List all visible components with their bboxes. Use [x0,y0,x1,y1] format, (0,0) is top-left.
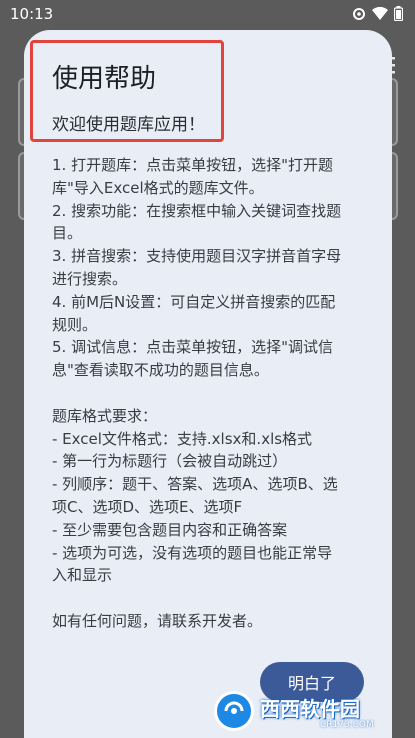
content-line: 题库格式要求： [52,406,158,425]
content-line: 息"查看读取不成功的题目信息。 [52,361,269,380]
dialog-content[interactable]: 1. 打开题库：点击菜单按钮，选择"打开题 库"导入Excel格式的题库文件。 2.… [52,154,372,633]
wifi-icon [372,7,388,20]
dialog-subtitle: 欢迎使用题库应用！ [52,115,205,135]
watermark-text: 西西软件园 CR173.COM [260,693,374,730]
content-line: - 至少需要包含题目内容和正确答案 [52,520,288,539]
watermark-logo-icon [214,691,254,731]
watermark: 西西软件园 CR173.COM [214,688,400,734]
content-line: 入和显示 [52,566,113,585]
content-line: 规则。 [52,315,98,334]
help-dialog: 使用帮助 欢迎使用题库应用！ 1. 打开题库：点击菜单按钮，选择"打开题 库"导入… [24,30,392,738]
watermark-main: 西西软件园 [260,696,360,721]
content-line: 项C、选项D、选项E、选项F [52,497,243,516]
content-line: - 列顺序：题干、答案、选项A、选项B、选 [52,475,338,494]
status-time: 10:13 [10,5,54,23]
status-icons [352,6,403,21]
content-spacer [52,382,372,405]
dialog-title: 使用帮助 [52,64,157,94]
content-line: 目。 [52,224,83,243]
content-line: 库"导入Excel格式的题库文件。 [52,178,264,197]
content-line: 4. 前M后N设置：可自定义拼音搜索的匹配 [52,292,336,311]
content-spacer [52,587,372,610]
content-line: 1. 打开题库：点击菜单按钮，选择"打开题 [52,156,333,174]
content-line: 3. 拼音搜索：支持使用题目汉字拼音首字母 [52,247,342,266]
content-line: 如有任何问题，请联系开发者。 [52,611,263,630]
content-line: 2. 搜索功能：在搜索框中输入关键词查找题 [52,201,342,220]
content-line: 进行搜索。 [52,269,128,288]
watermark-sub: CR173.COM [320,719,374,730]
content-line: - 第一行为标题行（会被自动跳过） [52,452,288,471]
content-line: - 选项为可选，没有选项的题目也能正常导 [52,543,333,562]
battery-icon [394,6,403,21]
status-bar: 10:13 [0,0,415,30]
gear-icon [352,7,366,21]
content-line: - Excel文件格式：支持.xlsx和.xls格式 [52,429,313,448]
content-line: 5. 调试信息：点击菜单按钮，选择"调试信 [52,338,333,357]
